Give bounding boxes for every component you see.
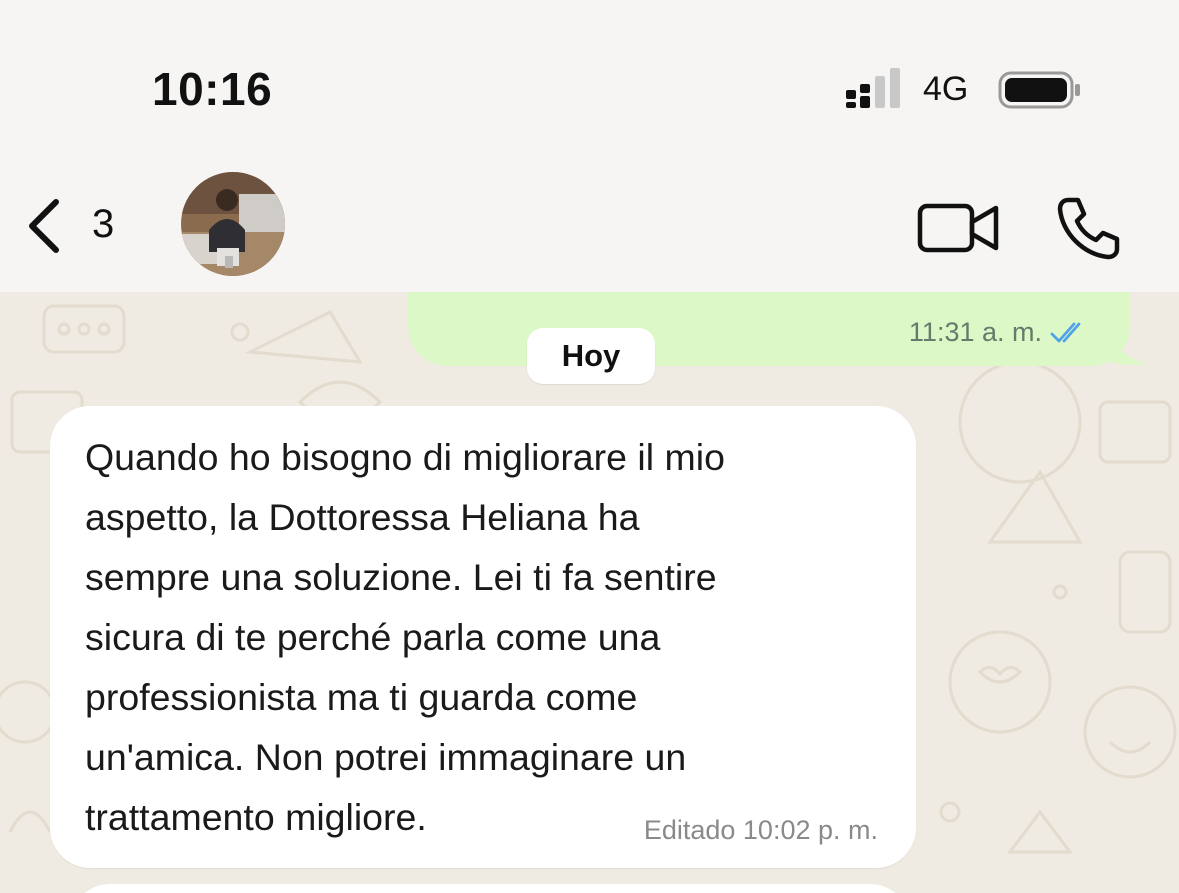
message-text-line: un'amica. Non potrei immaginare un	[85, 736, 687, 778]
voice-call-button[interactable]	[1054, 194, 1122, 262]
video-call-button[interactable]	[916, 200, 1000, 256]
double-check-icon	[1050, 322, 1081, 342]
outgoing-message-time: 11:31 a. m.	[908, 317, 1042, 347]
message-text-line: sempre una soluzione. Lei ti fa sentire	[85, 556, 717, 598]
outgoing-message-bubble[interactable]: 11:31 a. m.	[408, 292, 1130, 366]
message-text-line: sicura di te perché parla come una	[85, 616, 661, 658]
unread-count: 3	[92, 202, 115, 246]
edited-label: Editado	[643, 815, 736, 845]
outgoing-message-meta: 11:31 a. m.	[909, 317, 1090, 348]
date-separator: Hoy	[527, 328, 655, 384]
chat-area[interactable]: 11:31 a. m. Hoy Quando ho bisogno di mig…	[0, 292, 1179, 893]
battery-icon	[998, 71, 1080, 109]
chevron-left-icon	[29, 199, 59, 253]
message-text-line: Quando ho bisogno di migliorare il mio	[85, 436, 725, 478]
network-type: 4G	[923, 70, 969, 108]
message-text-line: trattamento migliore.	[85, 796, 427, 838]
chat-header: 3	[0, 160, 1179, 292]
back-button[interactable]: 3	[22, 196, 132, 256]
incoming-message-time: 10:02 p. m.	[742, 815, 878, 845]
outgoing-bubble-tail	[1110, 332, 1148, 365]
message-text-line: professionista ma ti guarda come	[85, 676, 638, 718]
status-bar: 10:16 4G	[0, 0, 1179, 160]
message-text-line: aspetto, la Dottoressa Heliana ha	[85, 496, 640, 538]
video-camera-icon	[917, 203, 999, 253]
avatar-photo	[181, 172, 285, 276]
signal-bars-icon	[846, 68, 900, 108]
incoming-message-meta: Editado 10:02 p. m.	[644, 815, 878, 846]
contact-avatar[interactable]	[181, 172, 285, 276]
next-message-bubble[interactable]	[70, 884, 910, 893]
incoming-message-bubble[interactable]: Quando ho bisogno di migliorare il mio a…	[50, 406, 916, 868]
phone-icon	[1057, 197, 1120, 260]
status-time: 10:16	[152, 63, 273, 115]
